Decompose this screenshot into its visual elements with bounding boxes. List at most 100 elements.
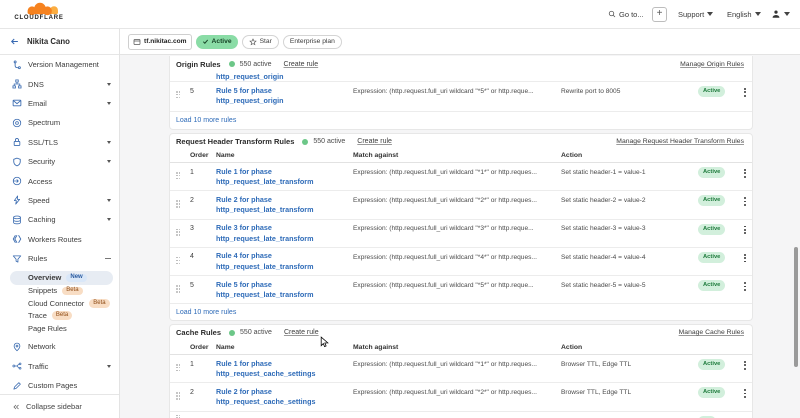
star-button[interactable]: Star	[242, 35, 279, 49]
manage-rules-link[interactable]: Manage Cache Rules	[679, 329, 744, 336]
rule-name-link[interactable]: Rule 3 for phasehttp_request_late_transf…	[216, 220, 353, 247]
rule-name-link[interactable]: Rule 5 for phasehttp_request_late_transf…	[216, 276, 353, 303]
drag-handle-icon[interactable]	[174, 276, 190, 303]
rule-order: 2	[190, 191, 216, 218]
kebab-menu[interactable]	[741, 355, 753, 382]
status-badge: Active	[698, 191, 741, 218]
table-row-partial	[170, 412, 752, 418]
kebab-menu[interactable]	[741, 163, 753, 190]
security-icon	[12, 157, 22, 167]
status-badge: Active	[698, 276, 741, 303]
account-header[interactable]: Nikita Cano	[0, 29, 119, 55]
sidebar-item-network[interactable]: Network	[0, 337, 119, 356]
status-badge: Active	[196, 35, 238, 49]
rule-name-link[interactable]: Rule 5 for phasehttp_request_origin	[216, 82, 353, 111]
create-rule-link[interactable]: Create rule	[284, 329, 319, 336]
sidebar-item-workers-routes[interactable]: Workers Routes	[0, 230, 119, 249]
rule-order: 5	[190, 276, 216, 303]
chevron-down-icon	[107, 141, 111, 144]
caching-icon	[12, 215, 22, 225]
create-rule-link[interactable]: Create rule	[284, 61, 319, 68]
sidebar-item-version-management[interactable]: Version Management	[0, 55, 119, 74]
rule-action: Rewrite port to 8005	[561, 82, 698, 111]
rule-order: 5	[190, 82, 216, 111]
status-badge: Active	[698, 248, 741, 275]
kebab-menu[interactable]	[741, 82, 753, 111]
email-icon	[12, 98, 22, 108]
active-count: 550 active	[313, 138, 345, 145]
add-site-button[interactable]: +	[652, 7, 667, 22]
user-menu[interactable]	[771, 0, 790, 28]
load-more-link[interactable]: Load 10 more rules	[170, 112, 752, 129]
goto-search[interactable]: Go to...	[608, 0, 644, 28]
chevron-down-icon	[707, 12, 713, 16]
sidebar-item-spectrum[interactable]: Spectrum	[0, 113, 119, 132]
sidebar-item-ssl-tls[interactable]: SSL/TLS	[0, 133, 119, 152]
rule-name-link[interactable]: Rule 2 for phasehttp_request_cache_setti…	[216, 383, 353, 410]
sidebar-item-custom-pages[interactable]: Custom Pages	[0, 376, 119, 395]
manage-rules-link[interactable]: Manage Origin Rules	[680, 61, 744, 68]
chevron-down-icon	[784, 12, 790, 16]
kebab-menu[interactable]	[741, 220, 753, 247]
sidebar-item-caching[interactable]: Caching	[0, 210, 119, 229]
kebab-menu[interactable]	[741, 276, 753, 303]
manage-rules-link[interactable]: Manage Request Header Transform Rules	[616, 138, 744, 145]
rule-action: Browser TTL, Edge TTL	[561, 355, 698, 382]
kebab-menu[interactable]	[741, 191, 753, 218]
scrollbar-thumb[interactable]	[794, 247, 798, 367]
sidebar-item-cloud-connector[interactable]: Cloud ConnectorBeta	[0, 297, 119, 309]
back-arrow-icon[interactable]	[10, 37, 19, 46]
account-name: Nikita Cano	[27, 37, 70, 46]
collapse-sidebar-button[interactable]: Collapse sidebar	[0, 394, 119, 418]
rule-match: Expression: (http.request.full_uri wildc…	[353, 191, 561, 218]
rule-order: 2	[190, 383, 216, 410]
status-badge: Active	[698, 355, 741, 382]
domain-selector[interactable]: tf.nikitac.com	[128, 34, 192, 50]
col-match: Match against	[353, 344, 561, 351]
breadcrumb: tf.nikitac.com Active Star Enterprise pl…	[120, 29, 800, 55]
rule-order: 3	[190, 220, 216, 247]
sidebar-item-speed[interactable]: Speed	[0, 191, 119, 210]
create-rule-link[interactable]: Create rule	[357, 138, 392, 145]
rule-name-link[interactable]: Rule 2 for phasehttp_request_late_transf…	[216, 191, 353, 218]
sidebar-item-rules[interactable]: Rules	[0, 249, 119, 268]
drag-handle-icon[interactable]	[174, 191, 190, 218]
sidebar-item-access[interactable]: Access	[0, 171, 119, 190]
load-more-link[interactable]: Load 10 more rules	[170, 304, 752, 321]
drag-handle-icon[interactable]	[174, 412, 190, 418]
sidebar-item-security[interactable]: Security	[0, 152, 119, 171]
drag-handle-icon[interactable]	[174, 220, 190, 247]
status-badge: Active	[698, 383, 741, 410]
table-row-partial: http_request_origin	[170, 72, 752, 82]
drag-handle-icon[interactable]	[174, 355, 190, 382]
sidebar-item-page-rules[interactable]: Page Rules	[0, 322, 119, 334]
sidebar-item-dns[interactable]: DNS	[0, 74, 119, 93]
rule-name-link[interactable]: http_request_origin	[216, 72, 516, 83]
drag-handle-icon[interactable]	[174, 163, 190, 190]
support-menu[interactable]: Support	[678, 0, 713, 28]
sidebar-item-traffic[interactable]: Traffic	[0, 357, 119, 376]
table-row: 2Rule 2 for phasehttp_request_cache_sett…	[170, 383, 752, 411]
rule-name-link[interactable]: Rule 4 for phasehttp_request_late_transf…	[216, 248, 353, 275]
sidebar-item-snippets[interactable]: SnippetsBeta	[0, 285, 119, 297]
kebab-menu[interactable]	[741, 248, 753, 275]
cloudflare-logo[interactable]: CLOUDFLARE	[8, 2, 70, 26]
kebab-menu[interactable]	[741, 383, 753, 410]
language-menu[interactable]: English	[727, 0, 761, 28]
rule-match: Expression: (http.request.full_uri wildc…	[353, 355, 561, 382]
chevron-down-icon	[107, 218, 111, 221]
rule-match: Expression: (http.request.full_uri wildc…	[353, 220, 561, 247]
drag-handle-icon[interactable]	[174, 82, 190, 111]
dns-icon	[12, 79, 22, 89]
rule-action: Set static header-4 = value-4	[561, 248, 698, 275]
rule-name-link[interactable]: Rule 1 for phasehttp_request_cache_setti…	[216, 355, 353, 382]
sidebar-item-overview[interactable]: OverviewNew	[10, 271, 113, 284]
sidebar-item-email[interactable]: Email	[0, 94, 119, 113]
sidebar-item-trace[interactable]: TraceBeta	[0, 309, 119, 321]
rule-name-link[interactable]: Rule 1 for phasehttp_request_late_transf…	[216, 163, 353, 190]
active-dot-icon	[229, 61, 235, 67]
drag-handle-icon[interactable]	[174, 383, 190, 410]
rule-action: Browser TTL, Edge TTL	[561, 383, 698, 410]
col-order: Order	[190, 344, 216, 351]
drag-handle-icon[interactable]	[174, 248, 190, 275]
